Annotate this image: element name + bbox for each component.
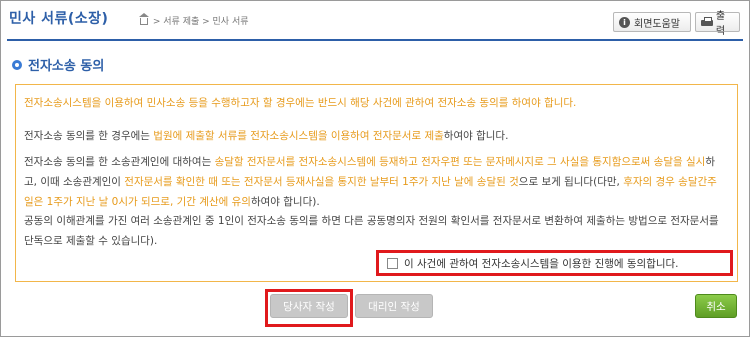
bullet-icon (12, 59, 22, 70)
notice-paragraph-intro: 전자소송시스템을 이용하여 민사소송 등을 수행하고자 할 경우에는 반드시 해… (24, 97, 577, 109)
proxy-write-button[interactable]: 대리인 작성 (355, 294, 433, 318)
breadcrumb: > 서류 제출 > 민사 서류 (139, 13, 249, 27)
highlight-segment: 전자문서를 확인한 때 또는 전자문서 등재사실을 통지한 날부터 1주가 지난… (124, 176, 519, 188)
help-button[interactable]: i 회면도움말 (613, 12, 691, 32)
breadcrumb-text: > 서류 제출 > 민사 서류 (152, 17, 249, 27)
print-button-label: 출력 (715, 11, 726, 37)
info-icon: i (619, 16, 630, 28)
notice-paragraph-submission: 전자소송 동의를 한 경우에는 법원에 제출할 서류를 전자소송시스템을 이용하… (24, 126, 724, 146)
home-icon[interactable] (139, 13, 149, 25)
consent-checkbox[interactable] (387, 257, 398, 269)
text-segment: 전자소송 동의를 한 소송관계인에 대하여는 (24, 156, 215, 168)
section-header: 전자소송 동의 (12, 55, 104, 74)
notice-paragraph-joint: 공동의 이해관계를 가진 여러 소송관계인 중 1인이 전자소송 동의를 하면 … (24, 215, 719, 247)
title-divider (7, 39, 743, 41)
help-button-label: 회면도움말 (634, 18, 680, 30)
highlight-segment: 법원에 제출할 서류를 전자소송시스템을 이용하여 전자문서로 제출 (153, 130, 444, 142)
section-title: 전자소송 동의 (28, 59, 105, 74)
page-title: 민사 서류(소장) (9, 11, 109, 27)
text-segment: 하여야 합니다. (443, 130, 509, 142)
text-segment: 으로 보게 됩니다(다만, (518, 176, 624, 188)
text-segment: 전자소송 동의를 한 경우에는 (24, 130, 154, 142)
printer-icon (701, 17, 713, 27)
highlight-segment: 송달할 전자문서를 전자소송시스템에 등재하고 전자우편 또는 문자메시지로 그… (214, 156, 706, 168)
consent-label[interactable]: 이 사건에 관하여 전자소송시스템을 이용한 진행에 동의합니다. (404, 256, 679, 271)
notice-paragraph-service: 전자소송 동의를 한 소송관계인에 대하여는 송달할 전자문서를 전자소송시스템… (24, 152, 724, 212)
text-segment: 하여야 합니다). (250, 196, 320, 208)
party-write-button[interactable]: 당사자 작성 (270, 294, 348, 318)
cancel-button[interactable]: 취소 (695, 294, 737, 318)
print-button[interactable]: 출력 (695, 11, 740, 37)
consent-row[interactable]: 이 사건에 관하여 전자소송시스템을 이용한 진행에 동의합니다. (376, 250, 733, 276)
